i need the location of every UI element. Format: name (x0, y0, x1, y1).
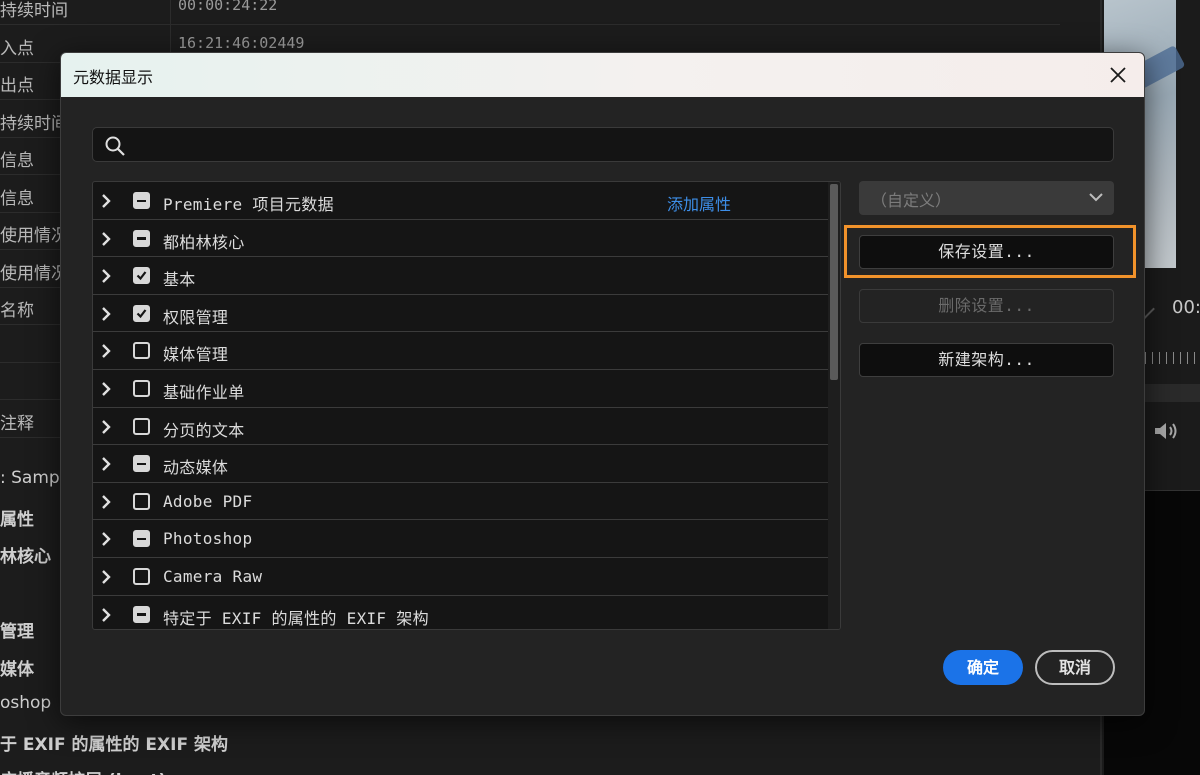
save-settings-button[interactable]: 保存设置... (859, 235, 1114, 269)
schema-checkbox[interactable] (133, 342, 150, 360)
schema-checkbox[interactable] (133, 229, 150, 247)
close-icon[interactable] (1106, 63, 1130, 87)
chevron-right-icon[interactable] (99, 193, 113, 209)
chevron-right-icon[interactable] (99, 231, 113, 247)
schema-row-label: 动态媒体 (163, 458, 229, 478)
background-section-label: 管理 (0, 622, 34, 642)
volume-icon[interactable] (1153, 420, 1179, 442)
schema-checkbox[interactable] (133, 530, 150, 548)
dialog-titlebar: 元数据显示 (61, 53, 1144, 97)
schema-row-label: 基础作业单 (163, 383, 245, 402)
schema-checkbox[interactable] (133, 380, 150, 397)
schema-row[interactable]: 权限管理 (93, 295, 828, 333)
chevron-right-icon[interactable] (99, 381, 113, 397)
background-row-value: 16:21:46:02449 (178, 33, 305, 52)
chevron-right-icon[interactable] (99, 569, 113, 585)
scroll-thumb[interactable] (830, 184, 838, 380)
schema-checkbox[interactable] (133, 492, 150, 510)
background-row-label: 出点 (0, 76, 34, 96)
new-schema-button[interactable]: 新建架构... (859, 343, 1114, 377)
background-row-label: 使用情况 (0, 263, 68, 284)
schema-checkbox[interactable] (133, 192, 150, 209)
schema-row-label: Camera Raw (163, 567, 263, 586)
schema-checkbox[interactable] (133, 605, 150, 623)
search-icon (105, 136, 125, 156)
schema-checkbox[interactable] (133, 568, 150, 585)
schema-checkbox[interactable] (133, 417, 150, 435)
schema-row[interactable]: 特定于 EXIF 的属性的 EXIF 架构 (93, 596, 828, 629)
schema-row-label: 都柏林核心 (163, 232, 245, 252)
schema-row[interactable]: 动态媒体 (93, 445, 828, 483)
schema-row[interactable]: Camera Raw (93, 558, 828, 596)
schema-checkbox[interactable] (133, 304, 150, 322)
preset-select-value: （自定义） (871, 191, 952, 210)
chevron-right-icon[interactable] (99, 419, 113, 435)
schema-row[interactable]: 都柏林核心 (93, 220, 828, 258)
background-row-label: 信息 (0, 188, 34, 209)
background-section-label: 媒体 (0, 660, 34, 680)
background-row-label: 注释 (0, 413, 34, 434)
background-row-label: 信息 (0, 151, 34, 171)
background-row-label: 入点 (0, 38, 34, 59)
background-row-label: 名称 (0, 301, 34, 321)
schema-row[interactable]: Adobe PDF (93, 483, 828, 521)
chevron-down-icon (1089, 193, 1103, 202)
add-property-link[interactable]: 添加属性 (667, 191, 731, 215)
schema-row[interactable]: Photoshop (93, 520, 828, 558)
background-row-value: 00:00:24:22 (178, 0, 278, 14)
background-section-label: oshop (0, 693, 52, 713)
schema-row[interactable]: 基础作业单 (93, 370, 828, 408)
schema-row-label: Premiere 项目元数据 (163, 195, 334, 214)
chevron-right-icon[interactable] (99, 531, 113, 547)
schema-row-label: 分页的文本 (163, 420, 245, 440)
list-scrollbar[interactable] (828, 182, 840, 629)
background-row-label: 持续时间 (0, 113, 68, 134)
cancel-button[interactable]: 取消 (1035, 650, 1115, 685)
timeline-ruler (1145, 352, 1200, 364)
chevron-right-icon[interactable] (99, 607, 113, 623)
background-row: 持续时间 00:00:24:22 (0, 0, 1060, 25)
schema-checkbox[interactable] (133, 267, 150, 285)
schema-row-label: 权限管理 (163, 307, 229, 327)
search-box (92, 127, 1114, 162)
schema-row[interactable]: 分页的文本 (93, 408, 828, 446)
background-row-label: 使用情况 (0, 226, 68, 246)
delete-settings-button[interactable]: 删除设置... (859, 289, 1114, 323)
dialog-title: 元数据显示 (73, 68, 154, 87)
background-section-label: 林核心 (0, 547, 51, 567)
ok-button[interactable]: 确定 (943, 650, 1023, 685)
schema-row-label: 媒体管理 (163, 345, 229, 365)
preset-select[interactable]: （自定义） (859, 181, 1114, 215)
chevron-right-icon[interactable] (99, 306, 113, 322)
search-input[interactable] (135, 132, 1095, 158)
chevron-right-icon[interactable] (99, 494, 113, 510)
schema-row-label: Photoshop (163, 529, 253, 549)
schema-row[interactable]: 基本 (93, 257, 828, 295)
chevron-right-icon[interactable] (99, 456, 113, 472)
schema-row-label: Adobe PDF (163, 491, 253, 511)
monitor-timecode: 00: (1172, 297, 1200, 318)
metadata-schema-list: Premiere 项目元数据 都柏林核心基本权限管理媒体管理基础作业单分页的文本动… (92, 181, 841, 630)
chevron-right-icon[interactable] (99, 343, 113, 359)
chevron-right-icon[interactable] (99, 268, 113, 284)
schema-checkbox[interactable] (133, 455, 150, 473)
schema-row[interactable]: 媒体管理 (93, 332, 828, 370)
background-section-label: 广播音频扩展 (bext) (0, 766, 166, 775)
metadata-display-dialog: 元数据显示 Premiere 项目元数据 都柏林核心基本权限管理媒体管理基础作业单… (60, 52, 1145, 716)
schema-row-label: 基本 (163, 270, 196, 290)
background-section-label: 属性 (0, 510, 34, 530)
schema-row-label: 特定于 EXIF 的属性的 EXIF 架构 (163, 608, 429, 628)
background-row-label: 持续时间 (0, 1, 68, 21)
background-section-label: 于 EXIF 的属性的 EXIF 架构 (0, 735, 228, 755)
